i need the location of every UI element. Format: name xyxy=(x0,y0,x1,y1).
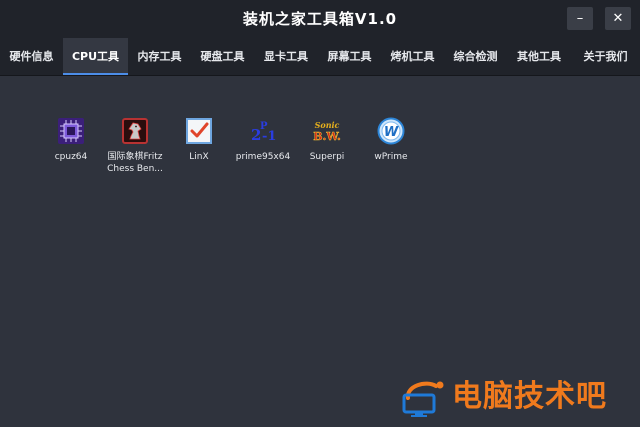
app-cpuz64[interactable]: cpuz64 xyxy=(37,117,105,163)
app-prime95x64[interactable]: 2 P -1 prime95x64 xyxy=(229,117,297,163)
watermark-text: 电脑技术吧 xyxy=(452,379,607,414)
tab-overall-test[interactable]: 综合检测 xyxy=(444,38,507,75)
superpi-logo-icon: Sonic B.W. xyxy=(313,117,341,145)
window-title: 装机之家工具箱V1.0 xyxy=(242,10,398,28)
app-superpi[interactable]: Sonic B.W. Superpi xyxy=(293,117,361,163)
close-button[interactable]: ✕ xyxy=(605,7,631,30)
minimize-button[interactable]: – xyxy=(567,7,593,30)
tab-screen-tools[interactable]: 屏幕工具 xyxy=(318,38,381,75)
watermark: 电脑技术吧 xyxy=(398,372,638,422)
app-fritz-chess-benchmark[interactable]: 国际象棋Fritz Chess Ben... xyxy=(101,117,169,175)
tab-memory-tools[interactable]: 内存工具 xyxy=(128,38,191,75)
tab-gpu-tools[interactable]: 显卡工具 xyxy=(254,38,318,75)
prime95-formula-icon: 2 P -1 xyxy=(249,117,277,145)
tab-cpu-tools[interactable]: CPU工具 xyxy=(63,38,128,75)
tab-bar: 硬件信息 CPU工具 内存工具 硬盘工具 显卡工具 屏幕工具 烤机工具 综合检测… xyxy=(0,38,640,76)
title-bar: 装机之家工具箱V1.0 – ✕ xyxy=(0,0,640,38)
svg-text:B.W.: B.W. xyxy=(313,130,341,143)
app-linx[interactable]: LinX xyxy=(165,117,233,163)
svg-text:Sonic: Sonic xyxy=(315,120,340,130)
app-label: prime95x64 xyxy=(235,152,291,162)
tab-other-tools[interactable]: 其他工具 xyxy=(507,38,571,75)
monitor-logo-icon xyxy=(398,378,446,418)
tab-stress-tools[interactable]: 烤机工具 xyxy=(381,38,444,75)
app-label: Superpi xyxy=(309,152,345,162)
app-wprime[interactable]: W wPrime xyxy=(357,117,425,163)
tab-hardware-info[interactable]: 硬件信息 xyxy=(0,38,63,75)
checkbox-icon xyxy=(185,117,213,145)
svg-text:W: W xyxy=(384,125,399,140)
tab-disk-tools[interactable]: 硬盘工具 xyxy=(191,38,254,75)
app-label: cpuz64 xyxy=(54,152,88,162)
app-label: LinX xyxy=(189,152,209,162)
cpuz-chip-icon xyxy=(57,117,85,145)
wprime-globe-icon: W xyxy=(377,117,405,145)
chess-knight-icon xyxy=(121,117,149,145)
app-label: wPrime xyxy=(374,152,408,162)
svg-text:-1: -1 xyxy=(262,129,276,144)
app-label: 国际象棋Fritz Chess Ben... xyxy=(107,152,163,174)
tab-about-us[interactable]: 关于我们 xyxy=(571,38,640,75)
